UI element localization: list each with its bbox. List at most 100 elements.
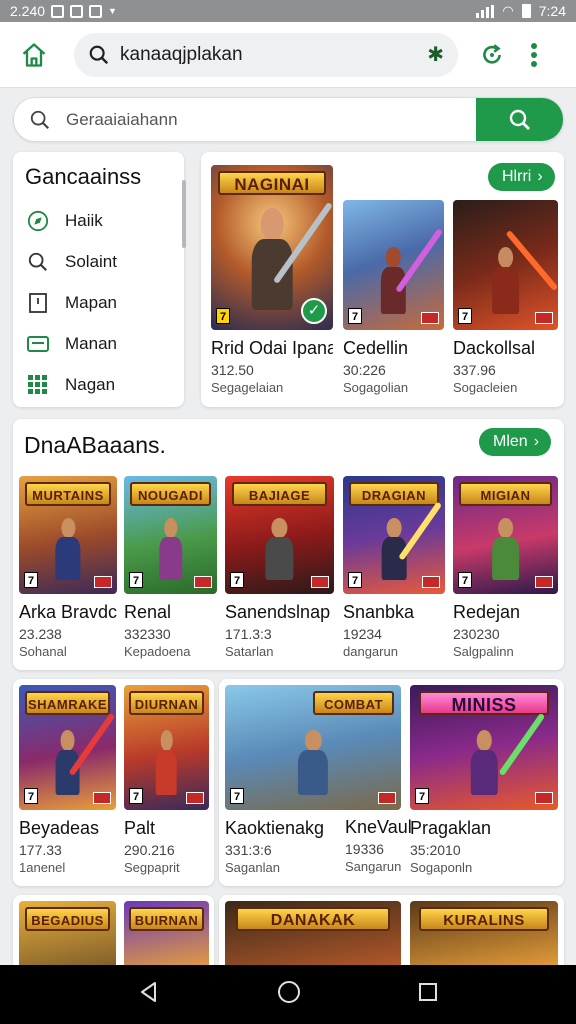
home-button[interactable] [14, 35, 54, 75]
refresh-icon [483, 43, 501, 64]
search-input[interactable]: Geraaiaiahann [66, 110, 476, 130]
game-tile[interactable]: DIURNAN 7 Palt 290.216 Segpaprit [124, 685, 209, 875]
category-label: Solaint [65, 251, 117, 271]
category-item[interactable]: Solaint [25, 241, 184, 282]
game-tile[interactable]: 7 Dackollsal 337.96 Sogacleien [453, 200, 558, 395]
game-thumbnail: SHAMRAKE 7 [19, 685, 116, 810]
game-count: 290.216 [124, 842, 175, 858]
age-rating-badge: 7 [415, 788, 429, 804]
game-tile[interactable]: MIGIAN 7 Redejan 230230 Salgpalinn [453, 476, 558, 659]
game-title: Cedellin [343, 338, 409, 358]
game-publisher: 1anenel [19, 860, 66, 875]
refresh-button[interactable] [474, 37, 510, 73]
publisher-badge [535, 576, 553, 588]
search-icon [89, 45, 109, 64]
search-icon [509, 109, 530, 130]
hero-figure [154, 518, 187, 580]
game-tile[interactable]: MURTAINS 7 Arka Bravdc 23.238 Sohanal [19, 476, 117, 659]
category-item[interactable]: Nagan [25, 364, 184, 405]
game-publisher: dangarun [343, 644, 398, 659]
wifi-icon: ◠ [502, 3, 514, 18]
game-tile[interactable]: MINISS 7 Pragaklan 35:2010 Sogaponln [410, 685, 558, 875]
publisher-badge [535, 792, 553, 804]
game-tile[interactable]: NOUGADI 7 Renal 332330 Kepadoena [124, 476, 217, 659]
check-badge-icon: ✓ [301, 298, 327, 324]
game-tile[interactable]: KneVaulkine 19336 Sangarun [345, 811, 413, 874]
search-icon [25, 249, 51, 275]
game-tile[interactable]: SHAMRAKE 7 Beyadeas 177.33 1anenel [19, 685, 116, 875]
game-tile[interactable]: KURALINS [410, 901, 558, 971]
game-logo: BUIRNAN [129, 907, 204, 931]
game-logo: NAGINAI [218, 171, 326, 195]
category-label: Mapan [65, 292, 117, 312]
game-tile[interactable]: NAGINAI 7 ✓ Rrid Odai Ipana' 312.50 Sega… [211, 165, 333, 395]
hero-figure [487, 246, 525, 315]
category-item[interactable]: Mapan [25, 282, 184, 323]
game-logo: DANAKAK [235, 907, 391, 931]
game-logo: MURTAINS [24, 482, 112, 506]
notification-icon [89, 4, 103, 18]
game-publisher: Segpaprit [124, 860, 180, 875]
category-label: Haiik [65, 210, 103, 230]
game-count: 332330 [124, 626, 171, 642]
hero-figure [292, 730, 334, 795]
search-button[interactable] [476, 98, 563, 141]
game-thumbnail: COMBAT 7 [225, 685, 401, 810]
game-thumbnail: NOUGADI 7 [124, 476, 217, 594]
game-title: Arka Bravdc [19, 602, 117, 622]
signal-icon [476, 4, 495, 18]
bookmark-star-icon[interactable]: ✱ [427, 42, 444, 67]
game-logo: COMBAT [313, 691, 394, 715]
age-rating-badge: 7 [129, 788, 143, 804]
search-bar[interactable]: Geraaiaiahann [13, 97, 564, 142]
game-tile[interactable]: BAJIAGE 7 Sanendslnap 171.3:3 Satarlan [225, 476, 334, 659]
game-thumbnail: BEGADIUS [19, 901, 116, 971]
game-publisher: Sangarun [345, 859, 402, 874]
game-count: 23.238 [19, 626, 62, 642]
category-item[interactable]: Haiik [25, 200, 184, 241]
status-bar: 2.240 ▼ ◠ 7:24 [0, 0, 576, 22]
game-title: Beyadeas [19, 818, 100, 838]
notification-icon [51, 4, 65, 18]
game-publisher: Salgpalinn [453, 644, 514, 659]
age-rating-badge: 7 [458, 308, 472, 324]
game-title: Redejan [453, 602, 521, 622]
chevron-down-icon: ▼ [108, 6, 117, 16]
age-rating-badge: 7 [129, 572, 143, 588]
more-button[interactable]: Hlrri › [488, 163, 555, 191]
age-rating-badge: 7 [230, 788, 244, 804]
sword-icon [499, 712, 546, 776]
back-button[interactable] [138, 981, 160, 1008]
game-count: 312.50 [211, 362, 254, 378]
game-count: 30:226 [343, 362, 386, 378]
folder-icon [25, 331, 51, 357]
game-tile[interactable]: 7 Cedellin 30:226 Sogagolian [343, 200, 444, 395]
game-count: 337.96 [453, 362, 496, 378]
game-title: Renal [124, 602, 172, 622]
browser-toolbar: kanaaqjplakan ✱ [0, 22, 576, 88]
url-bar[interactable]: kanaaqjplakan ✱ [74, 32, 458, 77]
game-thumbnail: DIURNAN 7 [124, 685, 209, 810]
publisher-badge [535, 312, 553, 324]
clipboard-icon [25, 290, 51, 316]
more-options-button[interactable] [516, 37, 552, 73]
more-button[interactable]: Mlen › [479, 428, 552, 456]
recents-button[interactable] [418, 982, 438, 1007]
game-tile[interactable]: BEGADIUS [19, 901, 116, 971]
game-count: 230230 [453, 626, 500, 642]
home-nav-button[interactable] [277, 980, 301, 1009]
scrollbar[interactable] [182, 180, 186, 248]
game-logo: NOUGADI [129, 482, 212, 506]
game-publisher: Sogacleien [453, 380, 518, 395]
game-logo: MIGIAN [459, 482, 552, 506]
game-tile[interactable]: BUIRNAN [124, 901, 209, 971]
hero-figure [465, 730, 503, 795]
game-tile[interactable]: DRAGIAN 7 Snanbka 19234 dangarun [343, 476, 445, 659]
game-thumbnail: 7 [453, 200, 558, 330]
notification-icon [70, 4, 84, 18]
game-count: 177.33 [19, 842, 62, 858]
category-item[interactable]: Manan [25, 323, 184, 364]
hero-figure [260, 518, 299, 580]
game-tile[interactable]: DANAKAK [225, 901, 401, 971]
game-title: Sanendslnap [225, 602, 331, 622]
